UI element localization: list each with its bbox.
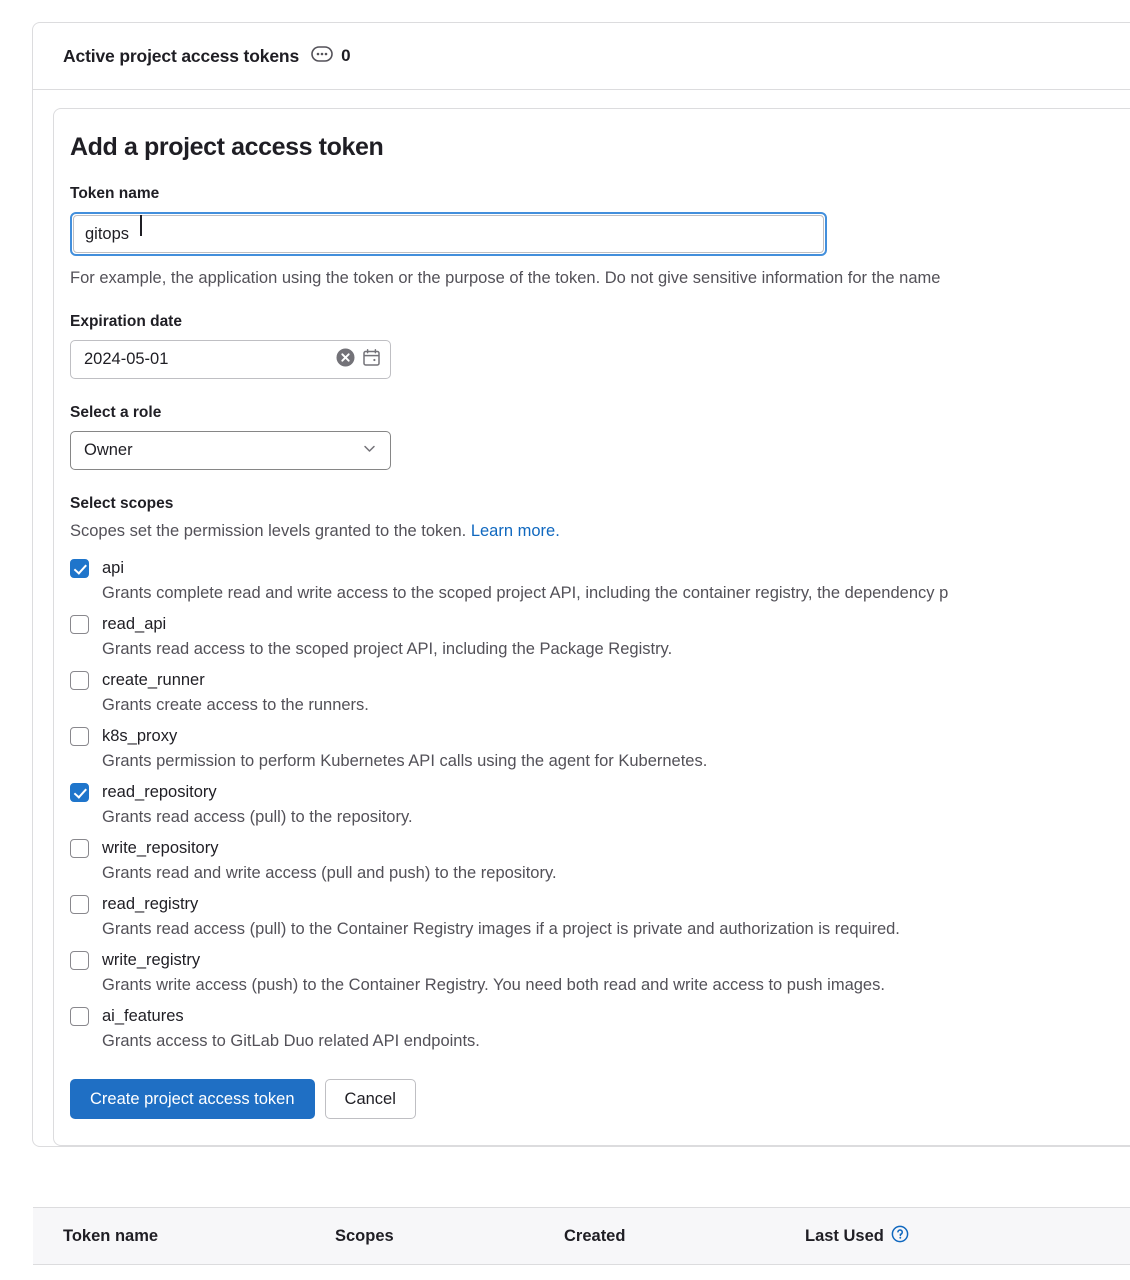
- scope-toggle[interactable]: read_api: [70, 613, 1130, 635]
- column-header-token-name: Token name: [63, 1226, 159, 1245]
- scope-toggle[interactable]: read_registry: [70, 893, 1130, 915]
- scope-row: api Grants complete read and write access…: [70, 557, 1130, 603]
- role-label: Select a role: [70, 404, 162, 421]
- scope-row: read_api Grants read access to the scoped…: [70, 613, 1130, 659]
- scopes-learn-more-link[interactable]: Learn more.: [471, 522, 560, 540]
- scope-row: write_repository Grants read and write ac…: [70, 837, 1130, 883]
- token-name-label: Token name: [70, 185, 160, 202]
- scope-description: Grants write access (push) to the Contai…: [102, 976, 885, 994]
- scope-checkbox-write_registry[interactable]: [70, 950, 89, 970]
- scope-checkbox-read_api[interactable]: [70, 614, 89, 634]
- token-name-input-wrapper[interactable]: [70, 212, 827, 256]
- scope-row: write_registry Grants write access (push)…: [70, 949, 1130, 995]
- expiration-date-field[interactable]: 2024-05-01: [70, 340, 391, 379]
- scope-description: Grants create access to the runners.: [102, 696, 369, 714]
- scope-checkbox-api[interactable]: [70, 558, 89, 578]
- scope-toggle[interactable]: write_registry: [70, 949, 1130, 971]
- scope-checkbox-k8s_proxy[interactable]: [70, 726, 89, 746]
- scope-row: create_runner Grants create access to the…: [70, 669, 1130, 715]
- scope-toggle[interactable]: read_repository: [70, 781, 1130, 803]
- scope-name: api: [102, 558, 125, 577]
- form-card-wrapper: Add a project access token Token name Fo…: [33, 90, 1130, 1146]
- add-token-form-card: Add a project access token Token name Fo…: [53, 108, 1130, 1146]
- scope-row: read_registry Grants read access (pull) t…: [70, 893, 1130, 939]
- scope-checkbox-create_runner[interactable]: [70, 670, 89, 690]
- form-title: Add a project access token: [70, 133, 384, 161]
- card-header: Active project access tokens 0: [33, 23, 1130, 90]
- scope-checkbox-ai_features[interactable]: [70, 1006, 89, 1026]
- scope-name: write_repository: [102, 838, 219, 857]
- scopes-description: Scopes set the permission levels granted…: [70, 522, 1130, 541]
- role-selected-value: Owner: [84, 441, 133, 459]
- project-access-tokens-page: Active project access tokens 0 Add a pro…: [0, 0, 1130, 1280]
- token-name-input[interactable]: [73, 215, 824, 253]
- role-select[interactable]: Owner: [70, 431, 391, 470]
- column-header-created: Created: [564, 1226, 626, 1245]
- column-header-last-used-label: Last Used: [805, 1226, 884, 1245]
- scope-checkbox-write_repository[interactable]: [70, 838, 89, 858]
- token-count: 0: [341, 46, 351, 65]
- column-header-last-used: Last Used: [805, 1225, 909, 1248]
- scope-toggle[interactable]: api: [70, 557, 1130, 579]
- scope-name: read_repository: [102, 782, 217, 801]
- create-project-access-token-button[interactable]: Create project access token: [70, 1079, 315, 1119]
- scope-toggle[interactable]: ai_features: [70, 1005, 1130, 1027]
- scope-row: ai_features Grants access to GitLab Duo r…: [70, 1005, 1130, 1051]
- scope-description: Grants complete read and write access to…: [102, 584, 949, 602]
- scope-list: api Grants complete read and write access…: [70, 557, 1130, 1051]
- scope-name: create_runner: [102, 670, 205, 689]
- scope-description: Grants access to GitLab Duo related API …: [102, 1032, 480, 1050]
- scope-name: read_api: [102, 614, 167, 633]
- scope-checkbox-read_repository[interactable]: [70, 782, 89, 802]
- scope-description: Grants read and write access (pull and p…: [102, 864, 557, 882]
- scope-description: Grants read access (pull) to the Contain…: [102, 920, 900, 938]
- scope-toggle[interactable]: write_repository: [70, 837, 1130, 859]
- scope-checkbox-read_registry[interactable]: [70, 894, 89, 914]
- scope-toggle[interactable]: k8s_proxy: [70, 725, 1130, 747]
- text-cursor: [140, 215, 142, 236]
- token-name-help-text: For example, the application using the t…: [70, 269, 941, 287]
- chevron-down-icon: [361, 440, 378, 462]
- scope-description: Grants permission to perform Kubernetes …: [102, 752, 708, 770]
- calendar-icon[interactable]: [362, 348, 381, 372]
- active-tokens-card: Active project access tokens 0 Add a pro…: [32, 22, 1130, 1147]
- cancel-button[interactable]: Cancel: [324, 1079, 416, 1119]
- expiration-date-value: 2024-05-01: [84, 350, 169, 368]
- column-header-scopes: Scopes: [335, 1226, 394, 1245]
- scopes-description-text: Scopes set the permission levels granted…: [70, 522, 467, 540]
- scope-row: read_repository Grants read access (pull)…: [70, 781, 1130, 827]
- scope-name: write_registry: [102, 950, 201, 969]
- scope-row: k8s_proxy Grants permission to perform Ku…: [70, 725, 1130, 771]
- scope-toggle[interactable]: create_runner: [70, 669, 1130, 691]
- expiration-date-label: Expiration date: [70, 313, 182, 330]
- page-title: Active project access tokens: [63, 45, 300, 66]
- tokens-table-header: Token name Scopes Created Last Used: [33, 1207, 1130, 1265]
- token-count-badge: 0: [311, 45, 351, 67]
- scope-description: Grants read access (pull) to the reposit…: [102, 808, 413, 826]
- scopes-label: Select scopes: [70, 495, 174, 512]
- form-actions: Create project access token Cancel: [70, 1079, 1130, 1119]
- question-circle-icon[interactable]: [891, 1225, 909, 1248]
- scope-name: k8s_proxy: [102, 726, 178, 745]
- scope-description: Grants read access to the scoped project…: [102, 640, 673, 658]
- comment-dots-icon: [311, 45, 333, 67]
- scope-name: read_registry: [102, 894, 199, 913]
- clear-circle-icon[interactable]: [336, 348, 355, 372]
- scope-name: ai_features: [102, 1006, 184, 1025]
